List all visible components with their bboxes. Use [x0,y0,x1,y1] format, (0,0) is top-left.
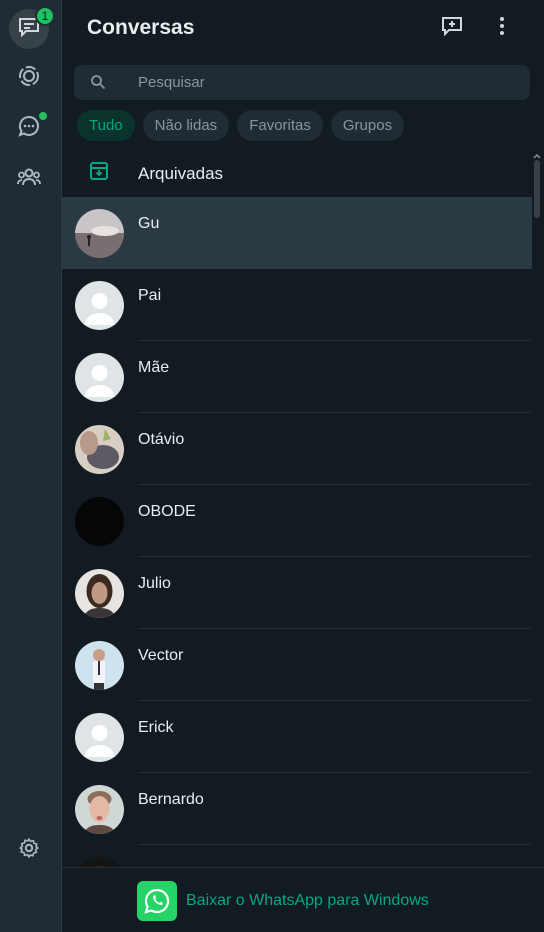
page-title: Conversas [87,16,195,39]
status-button[interactable] [9,58,49,98]
search-bar [74,65,530,100]
archive-icon [89,161,109,186]
avatar [75,785,124,834]
whatsapp-logo-icon [137,881,177,921]
avatar [75,857,124,867]
settings-button[interactable] [9,830,49,870]
chat-row-gu[interactable]: Gu [62,197,532,269]
chat-list: Gu Pai Mãe Otávio OBODE Julio Vector Eri… [62,197,532,867]
archived-row[interactable]: Arquivadas [62,151,532,195]
search-icon [90,74,106,95]
new-dot [39,112,47,120]
chat-name: Otávio [138,431,185,448]
chat-name: Gu [138,215,160,232]
chat-name: Bernardo [138,791,204,808]
chat-name: Julio [138,575,171,592]
avatar [75,209,124,258]
chat-row-mae[interactable]: Mãe [62,341,532,413]
menu-icon [499,16,505,41]
chat-row-erick[interactable]: Erick [62,701,532,773]
chat-name: Mãe [138,359,170,376]
communities-button[interactable] [9,159,49,199]
filter-chips: Tudo Não lidas Favoritas Grupos [77,110,405,141]
chat-list-panel: Conversas Tudo Não lidas Favoritas Grupo… [62,0,544,932]
default-avatar-icon [75,713,124,762]
chat-row-julio[interactable]: Julio [62,557,532,629]
chat-name: Pai [138,287,162,304]
filter-unread[interactable]: Não lidas [142,110,230,141]
chat-row-bernardo[interactable]: Bernardo [62,773,532,845]
settings-icon [18,837,40,864]
chats-button[interactable]: 1 [9,6,55,49]
filter-all[interactable]: Tudo [77,110,135,141]
download-banner[interactable]: Baixar o WhatsApp para Windows [62,867,544,932]
scrollbar[interactable] [534,160,540,218]
channels-button[interactable] [9,108,49,148]
filter-favorites[interactable]: Favoritas [237,110,323,141]
avatar [75,497,124,546]
status-icon [18,65,40,92]
nav-rail: 1 [0,0,62,932]
chat-row-pai[interactable]: Pai [62,269,532,341]
new-chat-button[interactable] [438,14,466,42]
chat-name: Erick [138,719,174,736]
chat-row-vector[interactable]: Vector [62,629,532,701]
unread-badge: 1 [35,6,55,26]
avatar [75,641,124,690]
download-text: Baixar o WhatsApp para Windows [186,892,429,909]
filter-groups[interactable]: Grupos [330,110,405,141]
chat-name: OBODE [138,503,196,520]
new-chat-icon [441,16,463,41]
scroll-up-arrow[interactable] [532,148,542,159]
chat-row-partial[interactable] [62,845,532,867]
chat-name: Vector [138,647,184,664]
menu-button[interactable] [488,14,516,42]
channels-icon [18,115,40,142]
chat-row-obode[interactable]: OBODE [62,485,532,557]
avatar [75,425,124,474]
default-avatar-icon [75,281,124,330]
communities-icon [17,168,41,191]
avatar [75,569,124,618]
chat-row-otavio[interactable]: Otávio [62,413,532,485]
archived-label: Arquivadas [138,164,224,183]
default-avatar-icon [75,353,124,402]
search-input[interactable] [138,65,518,100]
